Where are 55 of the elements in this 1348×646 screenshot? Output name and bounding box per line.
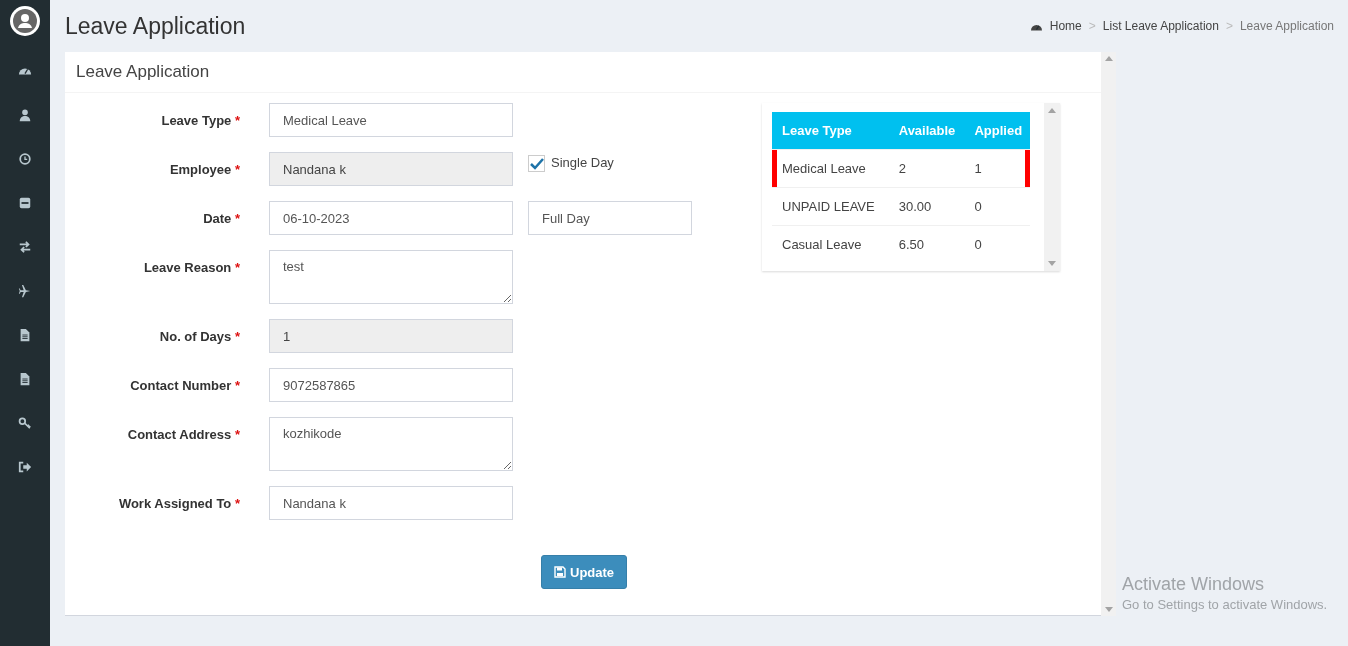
column-header: Leave Type	[772, 112, 889, 150]
breadcrumb-link[interactable]: List Leave Application	[1102, 19, 1219, 33]
input-field[interactable]: 9072587865	[269, 368, 513, 402]
breadcrumb-link[interactable]: Home	[1049, 19, 1082, 33]
scrollbar[interactable]	[1101, 52, 1116, 616]
key-icon	[18, 416, 32, 430]
checkbox-label: Single Day	[551, 155, 614, 170]
arrows-icon	[18, 240, 32, 254]
scrollbar[interactable]	[1044, 103, 1060, 271]
table-cell: UNPAID LEAVE	[772, 187, 889, 226]
table-cell: Medical Leave	[772, 149, 889, 188]
table-cell: 0	[964, 225, 1030, 263]
text-area[interactable]: test	[269, 250, 513, 304]
scroll-up-icon[interactable]	[1048, 108, 1056, 113]
user-icon	[18, 108, 32, 122]
table-cell: 6.50	[888, 225, 965, 263]
field-label: Contact Address *	[126, 426, 240, 442]
breadcrumb-separator: >	[1088, 19, 1096, 33]
column-header: Applied	[964, 112, 1030, 150]
page-title: Leave Application	[65, 12, 246, 40]
table-cell: 1	[964, 149, 1030, 188]
minus-icon	[18, 196, 32, 210]
scroll-down-icon[interactable]	[1048, 261, 1056, 266]
activation-notice-text: Go to Settings to activate Windows.	[1122, 597, 1328, 612]
field-label: Date *	[202, 210, 240, 226]
field-label: No. of Days *	[158, 328, 240, 344]
breadcrumb-current: Leave Application	[1239, 19, 1334, 33]
breadcrumb-separator: >	[1225, 19, 1233, 33]
activation-notice-title: Activate Windows	[1122, 574, 1266, 595]
table-cell: Casual Leave	[772, 225, 889, 263]
column-header: Available	[888, 112, 965, 150]
input-field[interactable]: 06-10-2023	[269, 201, 513, 235]
input-field[interactable]: Full Day	[528, 201, 692, 235]
table-cell: 0	[964, 187, 1030, 226]
field-label: Work Assigned To *	[117, 495, 240, 511]
scroll-up-icon[interactable]	[1104, 56, 1113, 61]
avatar-icon	[12, 8, 38, 34]
field-label: Leave Type *	[160, 112, 240, 128]
save-icon	[554, 566, 566, 578]
table-cell: 2	[888, 149, 965, 188]
field-label: Employee *	[168, 161, 240, 177]
input-field[interactable]: Nandana k	[269, 486, 513, 520]
exit-icon	[18, 460, 32, 474]
table-cell: 30.00	[888, 187, 965, 226]
document-icon	[18, 328, 32, 342]
scroll-down-icon[interactable]	[1104, 607, 1113, 612]
user-avatar[interactable]	[10, 6, 40, 36]
document-icon	[18, 372, 32, 386]
clock-icon	[18, 152, 32, 166]
field-label: Contact Number *	[129, 377, 240, 393]
card-title: Leave Application	[76, 62, 210, 82]
field-label: Leave Reason *	[142, 259, 240, 275]
text-area[interactable]: kozhikode	[269, 417, 513, 471]
input-field[interactable]: Medical Leave	[269, 103, 513, 137]
update-button[interactable]: Update	[541, 555, 628, 589]
